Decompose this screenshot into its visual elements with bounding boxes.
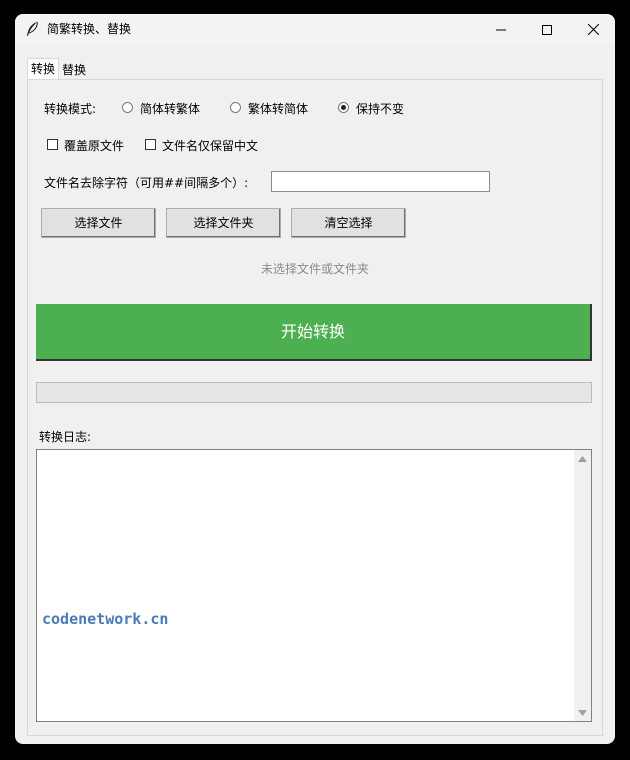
maximize-button[interactable] — [524, 14, 570, 45]
log-textarea[interactable]: codenetwork.cn — [36, 449, 592, 722]
minimize-button[interactable] — [478, 14, 524, 45]
watermark-text: codenetwork.cn — [42, 610, 169, 628]
mode-label: 转换模式: — [44, 102, 97, 116]
scroll-up-button[interactable] — [574, 450, 591, 467]
tab-convert[interactable]: 转换 — [27, 58, 59, 79]
radio-t2s[interactable] — [230, 102, 241, 113]
triangle-up-icon — [578, 455, 587, 462]
minimize-icon — [496, 29, 506, 30]
progress-bar — [36, 382, 592, 403]
overwrite-checkbox[interactable] — [47, 139, 58, 150]
chinese-only-checkbox[interactable] — [145, 139, 156, 150]
radio-s2t[interactable] — [122, 102, 133, 113]
title-bar[interactable]: 简繁转换、替换 — [15, 14, 615, 45]
start-convert-button[interactable]: 开始转换 — [36, 304, 592, 361]
select-folder-button[interactable]: 选择文件夹 — [166, 208, 281, 238]
clear-selection-button[interactable]: 清空选择 — [291, 208, 406, 238]
overwrite-label[interactable]: 覆盖原文件 — [64, 139, 124, 153]
strip-chars-input[interactable] — [271, 171, 490, 192]
radio-s2t-label[interactable]: 简体转繁体 — [140, 102, 200, 116]
close-icon — [587, 24, 599, 35]
scroll-down-button[interactable] — [574, 704, 591, 721]
app-window: 简繁转换、替换 转换 替换 转换模式: 简体转繁体 繁体转简体 保持不变 覆盖原… — [15, 14, 615, 744]
maximize-icon — [542, 24, 552, 35]
radio-keep[interactable] — [338, 102, 349, 113]
radio-t2s-label[interactable]: 繁体转简体 — [248, 102, 308, 116]
tab-replace[interactable]: 替换 — [59, 60, 89, 80]
selection-status: 未选择文件或文件夹 — [260, 262, 369, 276]
log-label: 转换日志: — [39, 430, 92, 444]
strip-chars-label: 文件名去除字符（可用##间隔多个）: — [44, 176, 249, 190]
chinese-only-label[interactable]: 文件名仅保留中文 — [162, 139, 258, 153]
feather-icon — [25, 21, 39, 37]
select-file-button[interactable]: 选择文件 — [41, 208, 156, 238]
radio-keep-label[interactable]: 保持不变 — [356, 102, 404, 116]
close-button[interactable] — [570, 14, 615, 45]
log-scrollbar[interactable] — [574, 450, 591, 721]
window-title: 简繁转换、替换 — [47, 22, 132, 36]
triangle-down-icon — [578, 709, 587, 716]
